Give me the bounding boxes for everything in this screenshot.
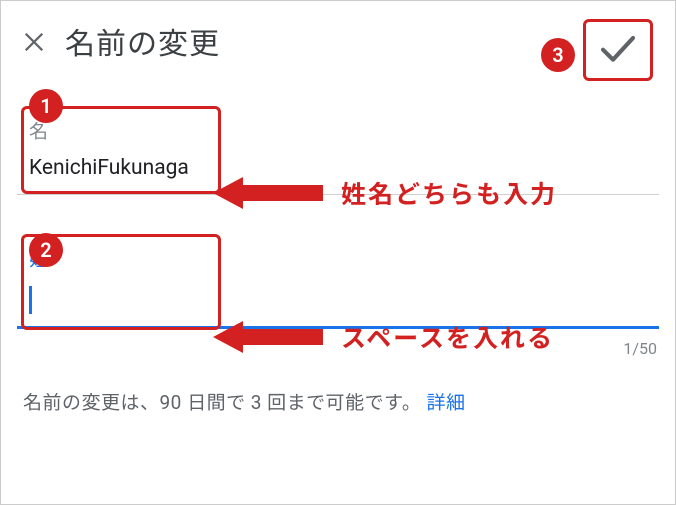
annotation-arrow-1: 姓名どちらも入力 — [213, 171, 557, 215]
confirm-button[interactable] — [583, 19, 653, 81]
page-title: 名前の変更 — [65, 19, 220, 63]
close-icon[interactable] — [23, 27, 45, 60]
details-link[interactable]: 詳細 — [427, 391, 466, 414]
last-name-label: 姓 — [17, 237, 659, 272]
first-name-label: 名 — [17, 109, 659, 144]
annotation-badge-3: 3 — [541, 38, 575, 72]
annotation-badge-2: 2 — [29, 233, 63, 267]
text-cursor — [29, 286, 32, 314]
check-icon — [598, 28, 638, 72]
annotation-text-1: 姓名どちらも入力 — [341, 175, 557, 211]
annotation-badge-1: 1 — [29, 89, 63, 123]
notice-message: 名前の変更は、90 日間で 3 回まで可能です。 — [23, 391, 421, 414]
annotation-arrow-2: スペースを入れる — [213, 315, 554, 359]
notice-text: 名前の変更は、90 日間で 3 回まで可能です。 詳細 — [17, 358, 659, 415]
annotation-text-2: スペースを入れる — [341, 319, 554, 355]
